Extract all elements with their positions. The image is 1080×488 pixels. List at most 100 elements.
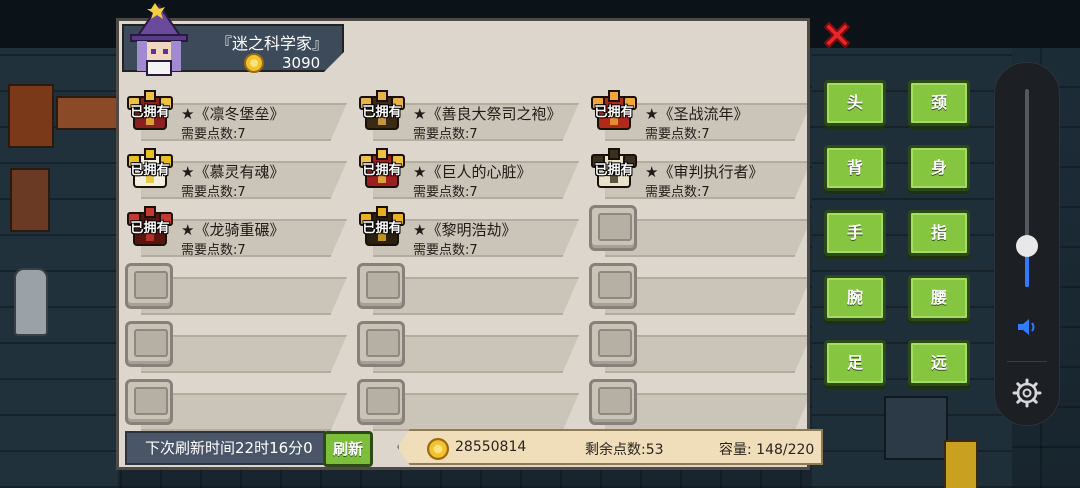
empty-slot-frame [589, 321, 637, 367]
empty-slot-frame [357, 379, 405, 425]
gold-coin-icon [244, 53, 264, 73]
owned-label: 已拥有 [594, 163, 634, 178]
slot-filter-button[interactable]: 足 [824, 340, 886, 386]
armor-row: 已拥有 ★《慕灵有魂》 需要点数:7 已拥有 ★《巨人的心脏》 需要点数:7 已… [123, 143, 807, 201]
empty-slot-inner [134, 271, 168, 299]
armor-item[interactable]: 已拥有 ★《审判执行者》 需要点数:7 [587, 143, 807, 201]
slot-filter-button[interactable]: 身 [908, 145, 970, 191]
armor-name: ★《善良大祭司之袍》 [413, 105, 562, 123]
armor-name: ★《圣战流年》 [645, 105, 749, 123]
empty-slot[interactable] [123, 317, 349, 375]
armor-item[interactable]: 已拥有 ★《龙骑重碾》 需要点数:7 [123, 201, 349, 259]
slot-filter-button[interactable]: 远 [908, 340, 970, 386]
empty-slot-inner [598, 329, 632, 357]
armor-required-points: 需要点数:7 [645, 185, 710, 200]
empty-slot-frame [125, 263, 173, 309]
armor-name: ★《巨人的心脏》 [413, 163, 532, 181]
armor-required-points: 需要点数:7 [181, 243, 246, 258]
armor-item[interactable]: 已拥有 ★《黎明浩劫》 需要点数:7 [355, 201, 581, 259]
owned-label: 已拥有 [130, 221, 170, 236]
volume-icon[interactable] [1015, 315, 1039, 339]
machine-furniture [884, 396, 948, 460]
empty-slot-frame [125, 379, 173, 425]
empty-slot-frame [125, 321, 173, 367]
owned-label: 已拥有 [130, 163, 170, 178]
slot-filter-button[interactable]: 背 [824, 145, 886, 191]
armor-row [123, 317, 807, 375]
armor-name: ★《慕灵有魂》 [181, 163, 285, 181]
wizard-avatar-icon [130, 3, 188, 76]
empty-slot[interactable] [587, 259, 807, 317]
empty-slot[interactable] [587, 375, 807, 431]
slot-filter-button[interactable]: 头 [824, 80, 886, 126]
gold-coin-icon [427, 438, 449, 460]
empty-slot-inner [366, 271, 400, 299]
empty-slot-frame [357, 321, 405, 367]
armor-name: ★《龙骑重碾》 [181, 221, 285, 239]
empty-slot[interactable] [355, 317, 581, 375]
volume-slider-knob[interactable] [1016, 235, 1038, 257]
empty-slot-inner [598, 387, 632, 415]
empty-slot-inner [598, 271, 632, 299]
armor-item[interactable]: 已拥有 ★《慕灵有魂》 需要点数:7 [123, 143, 349, 201]
character-gold: 3090 [282, 54, 321, 72]
armor-required-points: 需要点数:7 [413, 185, 478, 200]
empty-slot-frame [589, 263, 637, 309]
empty-slot[interactable] [587, 201, 807, 259]
owned-label: 已拥有 [594, 105, 634, 120]
system-control-panel [994, 62, 1060, 426]
armor-collection-panel: 『迷之科学家』 3090 已拥有 ★《凛冬堡垒》 需要点数:7 已拥有 ★《善良… [116, 3, 823, 470]
empty-slot[interactable] [587, 317, 807, 375]
empty-slot-frame [589, 379, 637, 425]
slot-filter-button[interactable]: 腰 [908, 275, 970, 321]
chair-furniture [10, 168, 50, 232]
total-coins: 28550814 [455, 439, 527, 455]
stats-bar: 28550814 剩余点数:53 容量: 148/220 [397, 429, 823, 465]
armor-row [123, 375, 807, 431]
capacity: 容量: 148/220 [719, 442, 815, 458]
empty-slot-inner [134, 387, 168, 415]
armor-item[interactable]: 已拥有 ★《凛冬堡垒》 需要点数:7 [123, 85, 349, 143]
gear-icon[interactable] [1011, 377, 1043, 409]
armor-item[interactable]: 已拥有 ★《善良大祭司之袍》 需要点数:7 [355, 85, 581, 143]
armor-row: 已拥有 ★《凛冬堡垒》 需要点数:7 已拥有 ★《善良大祭司之袍》 需要点数:7 [123, 85, 807, 143]
armor-name: ★《凛冬堡垒》 [181, 105, 285, 123]
slot-filter-button[interactable]: 指 [908, 210, 970, 256]
owned-label: 已拥有 [130, 105, 170, 120]
empty-slot[interactable] [355, 375, 581, 431]
owned-label: 已拥有 [362, 163, 402, 178]
armor-required-points: 需要点数:7 [181, 127, 246, 142]
armor-row [123, 259, 807, 317]
empty-slot-inner [366, 329, 400, 357]
desk-furniture [56, 96, 118, 130]
empty-slot-inner [366, 387, 400, 415]
empty-slot-frame [589, 205, 637, 251]
close-icon[interactable] [820, 18, 854, 52]
armor-name: ★《审判执行者》 [645, 163, 764, 181]
owned-label: 已拥有 [362, 105, 402, 120]
terminal-furniture [944, 440, 978, 488]
armor-row: 已拥有 ★《龙骑重碾》 需要点数:7 已拥有 ★《黎明浩劫》 需要点数:7 [123, 201, 807, 259]
refresh-timer: 下次刷新时间22时16分0 [125, 431, 325, 465]
armor-item[interactable]: 已拥有 ★《巨人的心脏》 需要点数:7 [355, 143, 581, 201]
empty-slot-frame [357, 263, 405, 309]
armor-item[interactable]: 已拥有 ★《圣战流年》 需要点数:7 [587, 85, 807, 143]
armor-grid-scroll[interactable]: 已拥有 ★《凛冬堡垒》 需要点数:7 已拥有 ★《善良大祭司之袍》 需要点数:7 [119, 81, 807, 431]
armor-name: ★《黎明浩劫》 [413, 221, 517, 239]
owned-label: 已拥有 [362, 221, 402, 236]
slot-filter-button[interactable]: 颈 [908, 80, 970, 126]
empty-slot[interactable] [123, 375, 349, 431]
slot-filter-button[interactable]: 腕 [824, 275, 886, 321]
slot-filter-button[interactable]: 手 [824, 210, 886, 256]
character-title: 『迷之科学家』 [216, 34, 329, 53]
plant-vase [14, 268, 48, 336]
refresh-button[interactable]: 刷新 [323, 431, 373, 467]
header-corner-cut [324, 52, 344, 72]
empty-slot-inner [134, 329, 168, 357]
panel-divider [1007, 361, 1047, 362]
armor-required-points: 需要点数:7 [413, 243, 478, 258]
empty-slot[interactable] [123, 259, 349, 317]
empty-slot-inner [598, 213, 632, 241]
empty-slot[interactable] [355, 259, 581, 317]
armor-required-points: 需要点数:7 [181, 185, 246, 200]
